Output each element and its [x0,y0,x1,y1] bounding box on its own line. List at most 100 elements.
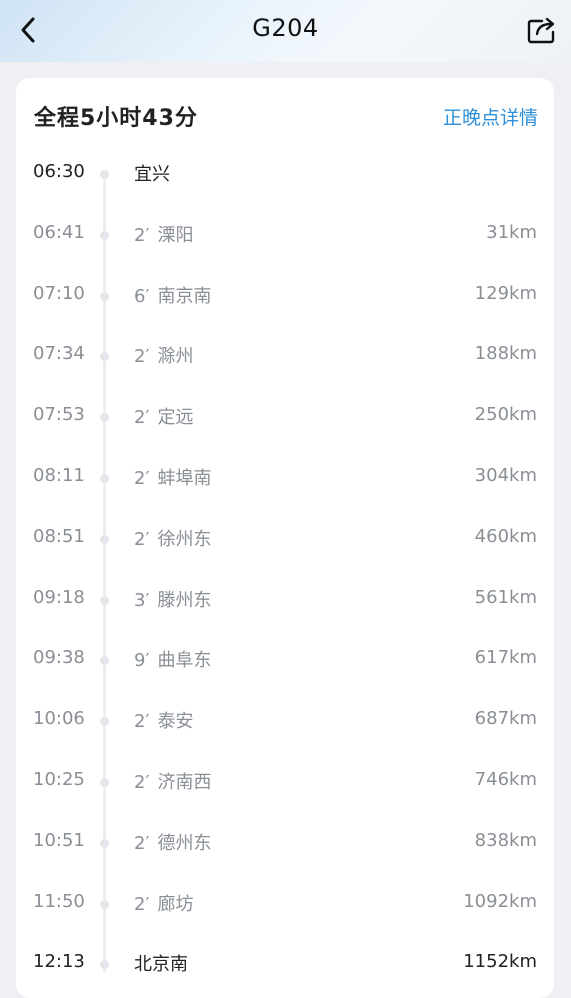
station-name: 滕州东 [157,589,212,611]
station-name: 宜兴 [134,164,170,185]
stop-info: 2′ 滁州 [134,342,194,368]
timeline-dot [100,474,109,483]
stop-row[interactable]: 10:06 2′ 泰安 687km [16,701,554,741]
station-name: 济南西 [157,772,212,793]
stop-distance: 687km [474,708,537,730]
stop-stay-minutes: 2′ [134,772,150,793]
stop-row[interactable]: 07:10 6′ 南京南 129km [16,276,554,316]
station-name: 徐州东 [157,528,212,550]
stop-info: 2′ 济南西 [134,768,212,794]
stop-stay-minutes: 2′ [134,528,150,550]
total-duration: 全程5小时43分 [34,106,198,131]
stop-row[interactable]: 08:11 2′ 蚌埠南 304km [16,458,554,498]
stop-row[interactable]: 09:38 9′ 曲阜东 617km [16,640,554,680]
stop-info: 6′ 南京南 [134,282,212,308]
timeline-dot [100,960,109,970]
station-name: 曲阜东 [157,650,212,672]
summary-header: 全程5小时43分 正晚点详情 [16,78,554,148]
stop-stay-minutes: 2′ [134,711,150,733]
stop-stay-minutes: 3′ [134,589,150,611]
stop-stay-minutes: 9′ [134,650,150,672]
stop-info: 2′ 德州东 [134,829,212,855]
station-name: 北京南 [134,954,188,976]
timeline-dot [100,291,109,301]
stop-time: 09:18 [33,586,85,608]
stop-distance: 838km [474,829,537,851]
stop-row[interactable]: 09:18 3′ 滕州东 561km [16,580,554,620]
stop-time: 08:51 [33,525,85,547]
stop-stay-minutes: 2′ [134,346,150,368]
stop-info: 2′ 溧阳 [134,221,194,247]
stop-time: 08:11 [33,465,85,486]
station-name: 溧阳 [157,224,194,246]
stop-row[interactable]: 07:53 2′ 定远 250km [16,397,554,437]
station-name: 定远 [157,407,194,429]
top-bar: G204 [0,0,571,62]
timeline-dot [100,595,109,605]
station-name: 德州东 [157,832,212,854]
page-title: G204 [252,14,319,42]
timeline-dot [100,230,109,240]
stop-distance: 304km [474,465,537,486]
timeline-dot [100,838,109,848]
timeline-dot [100,717,109,727]
stop-info: 2′ 泰安 [134,707,194,733]
stop-info: 宜兴 [134,160,170,186]
stop-info: 2′ 定远 [134,403,194,429]
stop-row[interactable]: 10:25 2′ 济南西 746km [16,762,554,802]
stop-distance: 746km [474,769,537,790]
stop-time: 10:51 [33,829,85,851]
stop-info: 北京南 [134,950,188,976]
stop-distance: 561km [474,586,537,608]
timeline-dot [100,534,109,544]
stop-info: 2′ 廊坊 [134,890,194,916]
stop-info: 3′ 滕州东 [134,586,212,612]
timeline-dot [100,778,109,787]
share-button[interactable] [523,12,561,48]
stop-distance: 129km [474,282,537,304]
stop-time: 12:13 [33,951,85,973]
station-name: 滁州 [157,346,194,368]
stop-stay-minutes: 6′ [134,285,150,307]
stop-time: 06:41 [33,221,85,243]
stop-info: 2′ 徐州东 [134,525,212,551]
stop-stay-minutes: 2′ [134,224,150,246]
stop-stay-minutes: 2′ [134,468,150,489]
station-name: 泰安 [157,711,194,733]
stop-distance: 1092km [463,890,537,912]
stop-info: 9′ 曲阜东 [134,646,212,672]
station-name: 廊坊 [157,893,194,915]
stop-time: 11:50 [33,890,85,912]
stop-time: 07:53 [33,404,85,426]
stop-distance: 188km [474,343,537,365]
stop-row[interactable]: 11:50 2′ 廊坊 1092km [16,884,554,924]
stop-row[interactable]: 12:13 北京南 1152km [16,944,554,984]
station-name: 蚌埠南 [157,468,212,489]
timeline-dot [100,413,109,423]
stop-row[interactable]: 08:51 2′ 徐州东 460km [16,519,554,559]
stop-distance: 1152km [463,951,537,973]
stop-distance: 31km [486,221,537,243]
stop-row[interactable]: 06:30 宜兴 [16,154,554,194]
stop-stay-minutes: 2′ [134,407,150,429]
share-icon [527,17,555,44]
stop-time: 06:30 [33,161,85,182]
stop-row[interactable]: 07:34 2′ 滁州 188km [16,336,554,376]
stop-time: 10:25 [33,769,85,790]
stop-time: 10:06 [33,708,85,730]
delay-details-link[interactable]: 正晚点详情 [443,103,538,130]
timeline-dot [100,352,109,362]
stop-distance: 250km [474,404,537,426]
stop-info: 2′ 蚌埠南 [134,464,212,490]
stop-time: 09:38 [33,647,85,669]
timeline-dot [100,170,109,179]
timeline-dot [100,656,109,666]
timetable-card: 全程5小时43分 正晚点详情 06:30 宜兴 06:41 2′ 溧阳 31km 07:10… [16,78,554,998]
timeline-dot [100,899,109,909]
stop-time: 07:10 [33,282,85,304]
stop-distance: 460km [474,525,537,547]
stop-stay-minutes: 2′ [134,832,150,854]
stop-row[interactable]: 10:51 2′ 德州东 838km [16,823,554,863]
stop-row[interactable]: 06:41 2′ 溧阳 31km [16,215,554,255]
station-name: 南京南 [157,285,212,307]
